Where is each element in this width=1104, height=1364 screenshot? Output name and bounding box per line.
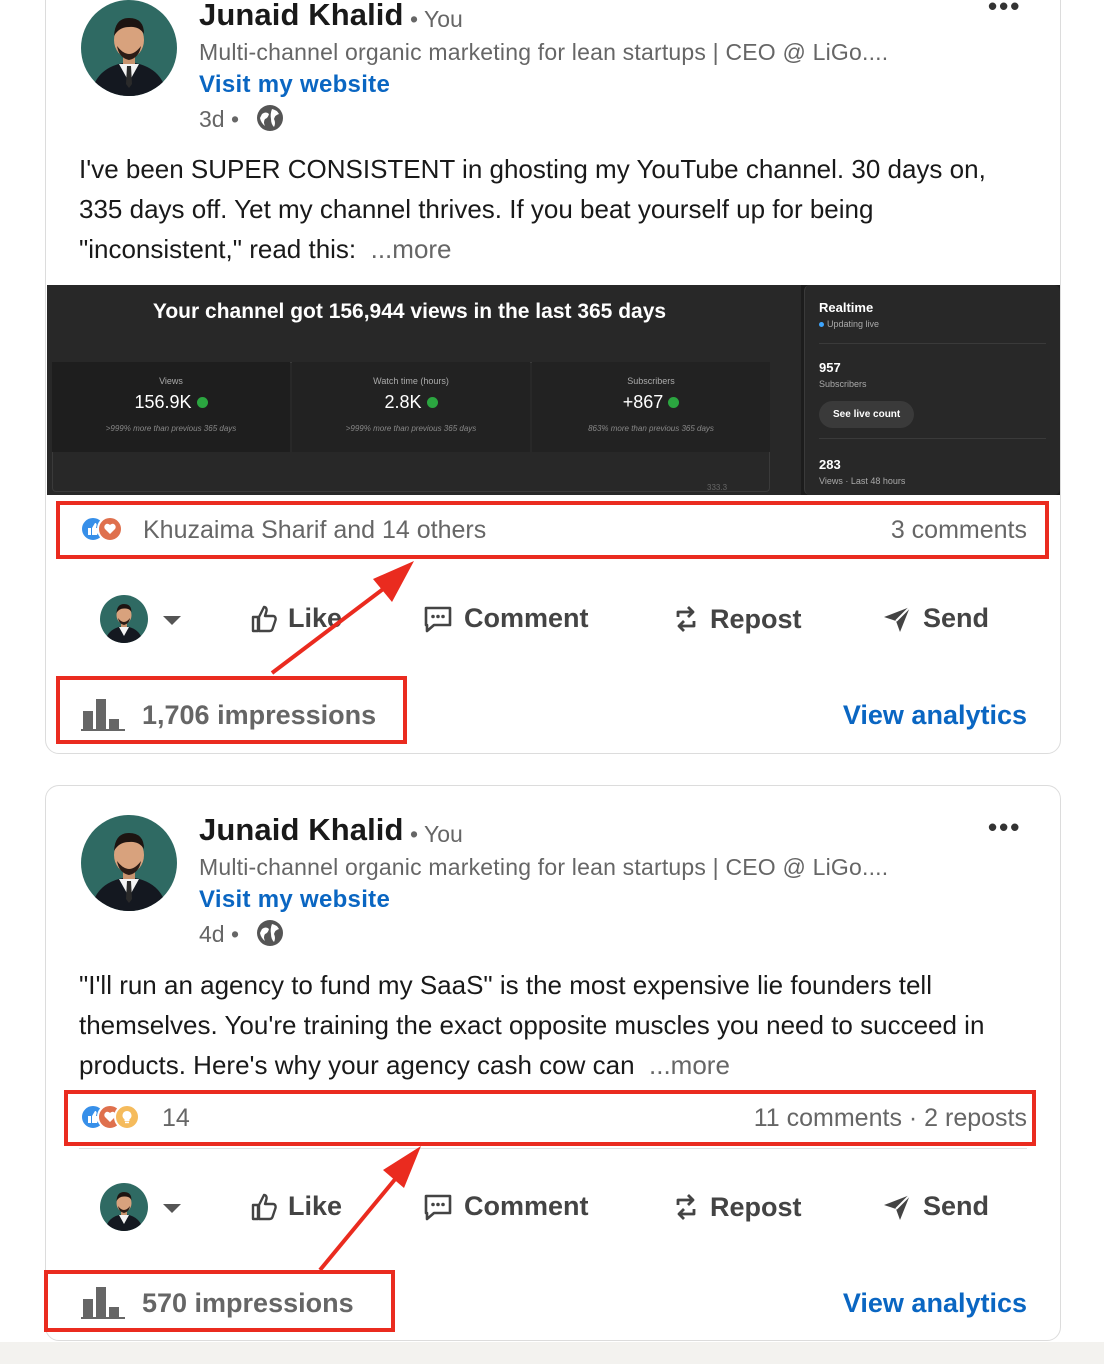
- more-options-icon[interactable]: •••: [988, 812, 1021, 843]
- chevron-down-icon[interactable]: [163, 616, 181, 625]
- check-icon: [196, 397, 208, 408]
- visit-website-link[interactable]: Visit my website: [199, 886, 390, 914]
- author-headline: Multi-channel organic marketing for lean…: [199, 39, 889, 65]
- comment-icon: [424, 1194, 452, 1220]
- yt-stat-number: 2.8K: [384, 392, 422, 412]
- visit-website-link[interactable]: Visit my website: [199, 71, 390, 99]
- yt-stat-value: +867: [532, 392, 770, 413]
- annotation-box: [44, 1270, 395, 1332]
- live-dot-icon: [819, 322, 824, 327]
- post-text: I've been SUPER CONSISTENT in ghosting m…: [79, 149, 1029, 269]
- send-label: Send: [923, 603, 990, 633]
- comment-button[interactable]: Comment: [422, 603, 589, 634]
- realtime-views-value: 283: [819, 457, 841, 472]
- realtime-subscribers-label: Subscribers: [819, 379, 867, 389]
- comment-button[interactable]: Comment: [422, 1191, 589, 1222]
- author-avatar[interactable]: [81, 815, 177, 911]
- post-text-body: "I'll run an agency to fund my SaaS" is …: [79, 970, 985, 1080]
- repost-icon: [676, 1194, 696, 1220]
- you-badge: • You: [410, 6, 463, 32]
- author-name[interactable]: Junaid Khalid: [199, 812, 404, 848]
- check-icon: [668, 397, 680, 408]
- see-more-link[interactable]: ...more: [649, 1050, 730, 1080]
- send-icon: [884, 1193, 911, 1220]
- yt-stat-card: Watch time (hours) 2.8K >999% more than …: [292, 362, 530, 452]
- realtime-title: Realtime: [819, 300, 874, 315]
- post-card: Junaid Khalid • You Multi-channel organi…: [45, 0, 1061, 754]
- yt-panel-headline: Your channel got 156,944 views in the la…: [152, 300, 667, 323]
- chevron-down-icon[interactable]: [163, 1204, 181, 1213]
- like-label: Like: [288, 1191, 343, 1221]
- see-live-count-button[interactable]: See live count: [819, 401, 915, 428]
- yt-stat-label: Views: [159, 376, 183, 386]
- realtime-status-text: Updating live: [827, 319, 880, 329]
- realtime-subscribers-value: 957: [819, 360, 841, 375]
- comment-icon: [424, 606, 452, 632]
- yt-stat-note: >999% more than previous 365 days: [345, 424, 477, 433]
- like-button[interactable]: Like: [250, 603, 342, 634]
- thumbs-up-icon: [251, 605, 277, 632]
- like-button[interactable]: Like: [250, 1191, 342, 1222]
- comment-label: Comment: [464, 1191, 589, 1221]
- yt-stat-note: >999% more than previous 365 days: [105, 424, 237, 433]
- post-timestamp: 4d •: [199, 921, 240, 947]
- check-icon: [426, 397, 438, 408]
- yt-chart-value: 333.3: [707, 483, 728, 492]
- like-label: Like: [288, 603, 343, 633]
- yt-stat-card: Subscribers +867 863% more than previous…: [532, 362, 770, 452]
- repost-icon: [676, 606, 696, 632]
- globe-icon: [257, 920, 283, 946]
- annotation-box: [56, 676, 407, 744]
- post-timestamp: 3d •: [199, 106, 240, 132]
- repost-label: Repost: [710, 603, 802, 634]
- yt-realtime-panel: Realtime Updating live 957 Subscribers S…: [804, 285, 1060, 495]
- repost-button[interactable]: Repost: [672, 1191, 802, 1223]
- send-icon: [884, 605, 911, 632]
- post-card: Junaid Khalid • You Multi-channel organi…: [45, 785, 1061, 1341]
- yt-stat-number: +867: [622, 392, 664, 412]
- author-avatar[interactable]: [81, 0, 177, 96]
- view-analytics-link[interactable]: View analytics: [843, 1288, 1027, 1319]
- realtime-views-label: Views · Last 48 hours: [819, 476, 906, 486]
- realtime-divider: [819, 343, 1046, 344]
- actor-avatar[interactable]: [100, 595, 148, 643]
- yt-stat-card: Views 156.9K >999% more than previous 36…: [52, 362, 290, 452]
- view-analytics-link[interactable]: View analytics: [843, 700, 1027, 731]
- see-more-link[interactable]: ...more: [371, 234, 452, 264]
- more-options-icon[interactable]: •••: [988, 0, 1021, 22]
- feed-background: [0, 1342, 1104, 1364]
- repost-label: Repost: [710, 1191, 802, 1222]
- send-button[interactable]: Send: [881, 603, 989, 634]
- yt-stat-note: 863% more than previous 365 days: [588, 424, 714, 433]
- yt-stat-label: Subscribers: [627, 376, 675, 386]
- realtime-divider: [819, 438, 1046, 439]
- repost-button[interactable]: Repost: [672, 603, 802, 635]
- yt-stat-number: 156.9K: [134, 392, 192, 412]
- yt-stat-value: 2.8K: [292, 392, 530, 413]
- annotation-box: [64, 1090, 1036, 1146]
- thumbs-up-icon: [251, 1193, 277, 1220]
- yt-stat-value: 156.9K: [52, 392, 290, 413]
- actor-avatar[interactable]: [100, 1183, 148, 1231]
- author-headline: Multi-channel organic marketing for lean…: [199, 854, 889, 880]
- post-text: "I'll run an agency to fund my SaaS" is …: [79, 965, 1029, 1085]
- send-label: Send: [923, 1191, 990, 1221]
- divider: [79, 1148, 1027, 1149]
- send-button[interactable]: Send: [881, 1191, 989, 1222]
- post-text-body: I've been SUPER CONSISTENT in ghosting m…: [79, 154, 986, 264]
- yt-stat-label: Watch time (hours): [373, 376, 449, 386]
- globe-icon: [257, 105, 283, 131]
- author-name[interactable]: Junaid Khalid: [199, 0, 404, 33]
- post-image[interactable]: Your channel got 156,944 views in the la…: [47, 285, 1060, 495]
- comment-label: Comment: [464, 603, 589, 633]
- you-badge: • You: [410, 821, 463, 847]
- annotation-box: [56, 501, 1049, 559]
- realtime-status: Updating live: [819, 319, 879, 329]
